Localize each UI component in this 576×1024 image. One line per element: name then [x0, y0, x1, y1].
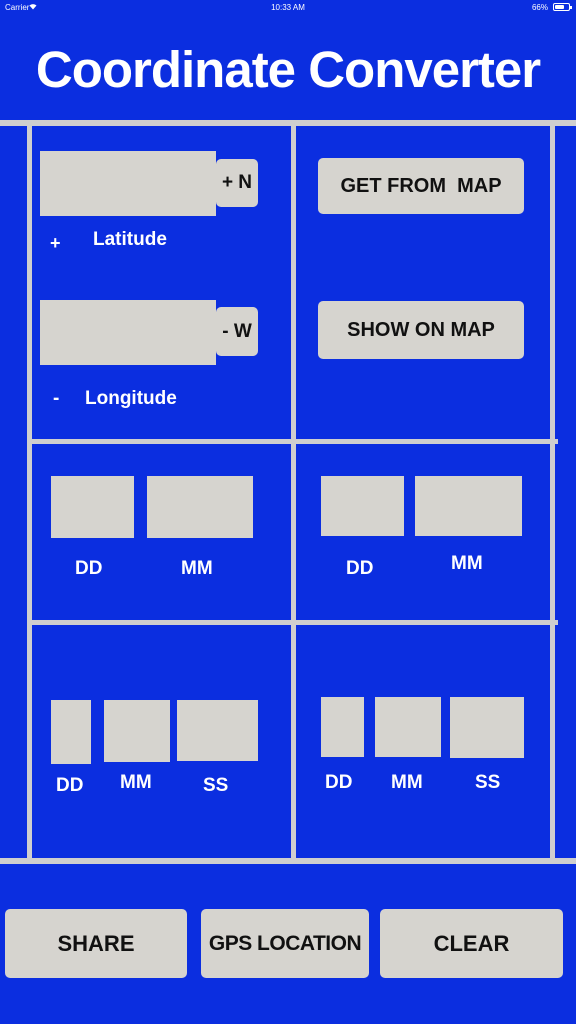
grid-line-row1 — [32, 439, 558, 444]
grid-line-left — [27, 126, 32, 862]
grid-line-right — [550, 126, 555, 862]
gps-location-button[interactable]: GPS LOCATION — [201, 909, 369, 978]
status-bar: Carrier 10:33 AM 66% — [0, 0, 576, 16]
get-from-map-button[interactable]: GET FROM MAP — [318, 158, 524, 214]
dms-left-seconds-label: SS — [203, 775, 229, 796]
dms-right-seconds-input[interactable] — [450, 697, 524, 758]
dms-left-minutes-input[interactable] — [104, 700, 170, 762]
grid-line-top — [0, 120, 576, 126]
battery-icon — [553, 3, 572, 11]
grid-line-bottom — [0, 858, 576, 864]
longitude-input[interactable] — [40, 300, 216, 365]
grid-line-center — [291, 126, 296, 862]
dms-left-degrees-label: DD — [56, 775, 84, 796]
dms-left-degrees-input[interactable] — [51, 700, 91, 764]
show-on-map-button[interactable]: SHOW ON MAP — [318, 301, 524, 359]
latitude-sign: + — [50, 233, 61, 253]
dm-left-minutes-input[interactable] — [147, 476, 253, 538]
dm-right-degrees-input[interactable] — [321, 476, 404, 536]
dms-right-degrees-label: DD — [325, 772, 353, 793]
dms-right-degrees-input[interactable] — [321, 697, 364, 757]
dm-right-minutes-input[interactable] — [415, 476, 522, 536]
dm-right-minutes-label: MM — [451, 553, 483, 574]
dms-left-minutes-label: MM — [120, 772, 152, 793]
longitude-hemisphere-button[interactable]: - W — [216, 307, 258, 356]
dms-right-minutes-label: MM — [391, 772, 423, 793]
dm-right-degrees-label: DD — [346, 558, 374, 579]
dms-right-minutes-input[interactable] — [375, 697, 441, 757]
latitude-hemisphere-button[interactable]: + N — [216, 159, 258, 207]
dm-left-minutes-label: MM — [181, 558, 213, 579]
longitude-sign: - — [53, 388, 60, 409]
clear-button[interactable]: CLEAR — [380, 909, 563, 978]
page-title: Coordinate Converter — [35, 41, 541, 98]
latitude-label: Latitude — [93, 229, 167, 250]
latitude-input[interactable] — [40, 151, 216, 216]
longitude-label: Longitude — [85, 388, 177, 409]
battery-percent: 66% — [531, 3, 548, 12]
dms-right-seconds-label: SS — [475, 772, 501, 793]
grid-line-row2 — [32, 620, 558, 625]
dm-left-degrees-input[interactable] — [51, 476, 134, 538]
status-time: 10:33 AM — [271, 3, 305, 12]
dm-left-degrees-label: DD — [75, 558, 103, 579]
dms-left-seconds-input[interactable] — [177, 700, 258, 761]
share-button[interactable]: SHARE — [5, 909, 187, 978]
